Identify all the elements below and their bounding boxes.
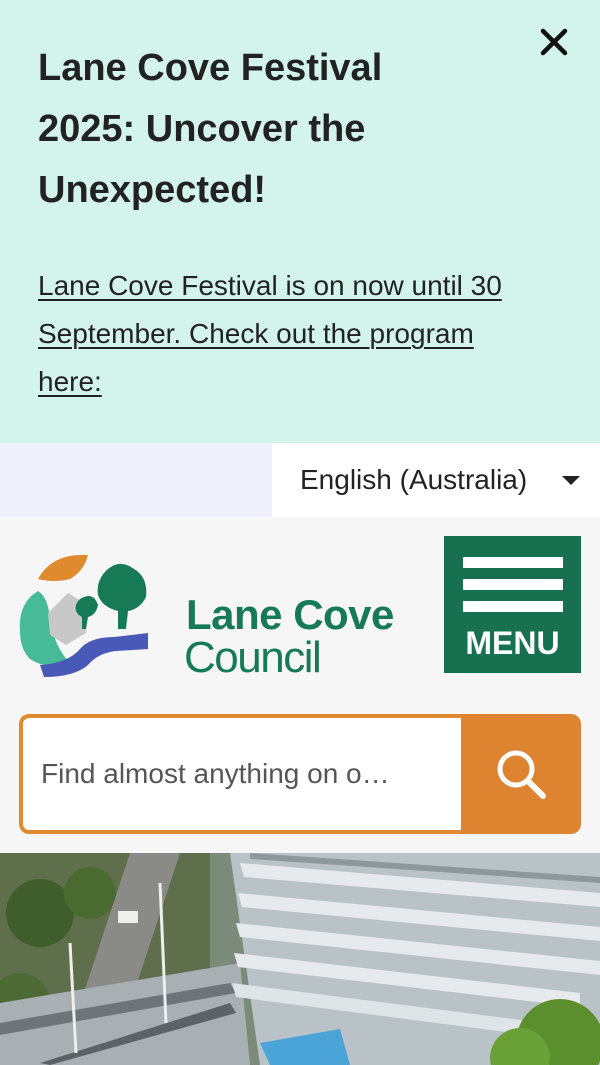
logo-text-line1: Lane Cove: [186, 591, 394, 638]
caret-down-icon: [562, 476, 580, 485]
menu-button[interactable]: MENU: [444, 536, 581, 673]
menu-bar-icon: [463, 601, 563, 612]
language-bar-spacer: [0, 443, 272, 517]
language-bar: English (Australia): [0, 443, 600, 517]
menu-bar-icon: [463, 579, 563, 590]
logo-emblem-icon: [19, 554, 148, 677]
aerial-photo: [0, 853, 600, 1065]
language-select[interactable]: English (Australia): [272, 443, 600, 517]
alert-banner: Lane Cove Festival 2025: Uncover the Une…: [0, 0, 600, 443]
alert-title: Lane Cove Festival 2025: Uncover the Une…: [38, 47, 383, 211]
search-bar: [19, 714, 581, 834]
menu-label: MENU: [465, 625, 560, 661]
alert-link[interactable]: Lane Cove Festival is on now until 30 Se…: [38, 262, 538, 406]
search-button[interactable]: [461, 714, 581, 834]
search-icon: [497, 750, 546, 799]
site-header: Lane Cove Council MENU: [0, 517, 600, 853]
logo-text-line2: Council: [184, 633, 322, 682]
menu-bar-icon: [463, 557, 563, 568]
close-button[interactable]: [534, 22, 574, 62]
council-logo[interactable]: Lane Cove Council: [18, 553, 398, 682]
search-input[interactable]: [19, 714, 465, 834]
close-icon: [540, 28, 568, 56]
language-selected-label: English (Australia): [300, 464, 528, 495]
hero-image: [0, 853, 600, 1065]
